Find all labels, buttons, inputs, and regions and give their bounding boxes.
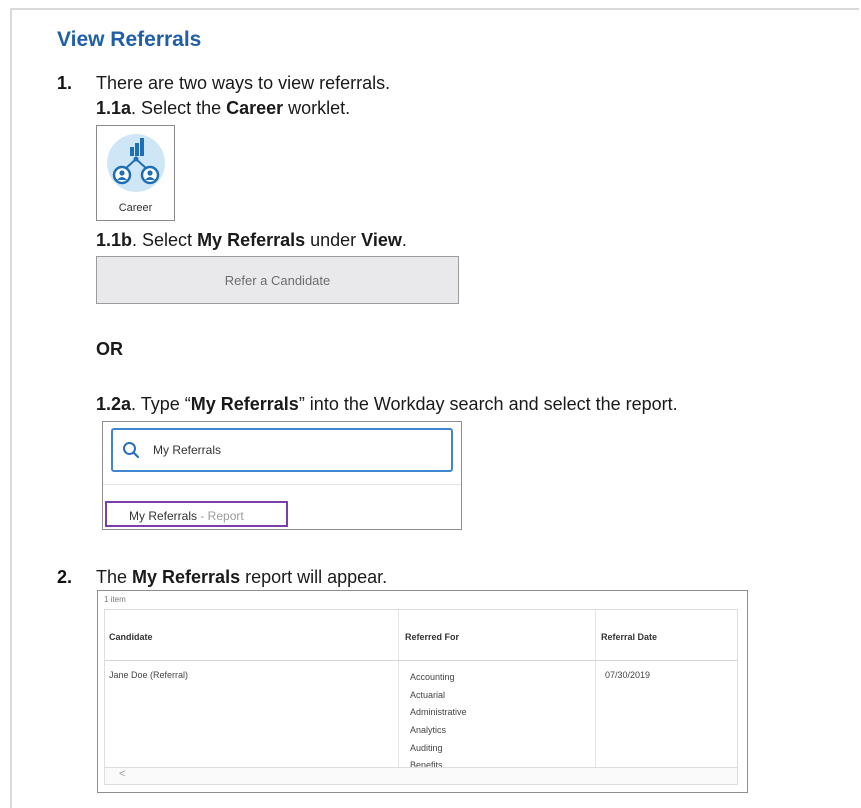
step-1-2a-part1: . Type “ (131, 394, 191, 414)
referred-for-item: Auditing (410, 742, 443, 753)
step-1-1b-text: 1.1b. Select My Referrals under View. (96, 230, 407, 251)
step-1-text: There are two ways to view referrals. (96, 73, 391, 93)
step-1-1b-part3: . (401, 230, 407, 250)
step-1-number: 1. (57, 73, 73, 93)
search-screenshot: My Referrals My Referrals - Report (102, 421, 462, 530)
search-divider (103, 484, 461, 485)
step-1-1b-part1: . Select (132, 230, 198, 250)
step-1-2a-text: 1.2a. Type “My Referrals” into the Workd… (96, 394, 678, 415)
section-title: View Referrals (57, 28, 202, 51)
step-1-1b-bold2: View (361, 230, 402, 250)
step-1-1a-prefix: 1.1a (96, 98, 132, 118)
step-1-1a-text: 1.1a. Select the Career worklet. (96, 98, 350, 119)
step-1-2a-part2: ” into the Workday search and select the… (298, 394, 678, 414)
horizontal-scrollbar[interactable]: < (105, 767, 737, 784)
search-input[interactable]: My Referrals (111, 428, 453, 472)
step-2-part2: report will appear. (240, 567, 388, 587)
refer-candidate-button[interactable]: Refer a Candidate (96, 256, 459, 304)
step-1-1b-bold1: My Referrals (197, 230, 306, 250)
career-network-icon (107, 134, 165, 192)
search-result-name: My Referrals (129, 509, 198, 523)
career-worklet[interactable]: Career (96, 125, 175, 221)
referred-for-item: Analytics (410, 725, 447, 736)
step-2-text: The My Referrals report will appear. (96, 567, 387, 588)
report-header-row: Candidate Referred For Referral Date (105, 610, 737, 661)
column-header-referral-date[interactable]: Referral Date (601, 632, 657, 642)
search-icon (123, 442, 140, 459)
step-1-1b-prefix: 1.1b (96, 230, 133, 250)
report-table: Candidate Referred For Referral Date Jan… (104, 609, 738, 785)
step-1-1a-part2: worklet. (283, 98, 351, 118)
step-1-1b-part2: under (305, 230, 362, 250)
report-item-count: 1 item (104, 595, 126, 604)
candidate-cell[interactable]: Jane Doe (Referral) (109, 670, 188, 680)
step-2-bold: My Referrals (132, 567, 241, 587)
report-screenshot: 1 item Candidate Referred For Referral D… (97, 590, 748, 793)
search-result-my-referrals[interactable]: My Referrals - Report (105, 501, 288, 527)
step-1-2a-prefix: 1.2a (96, 394, 132, 414)
step-2-number: 2. (57, 567, 73, 587)
step-2-part1: The (96, 567, 133, 587)
referred-for-list: Accounting Actuarial Administrative Anal… (410, 669, 467, 775)
referred-for-item: Actuarial (410, 689, 446, 700)
career-worklet-label: Career (118, 202, 153, 214)
search-input-value: My Referrals (153, 443, 222, 457)
search-result-type: - Report (197, 509, 244, 523)
step-1-1a-bold: Career (226, 98, 284, 118)
column-header-candidate[interactable]: Candidate (109, 632, 153, 642)
column-header-referred-for[interactable]: Referred For (405, 632, 459, 642)
referred-for-item: Administrative (410, 707, 467, 718)
or-text: OR (96, 339, 123, 359)
referral-date-cell: 07/30/2019 (605, 670, 651, 680)
scroll-left-icon[interactable]: < (119, 768, 125, 780)
step-1-1a-part1: . Select the (131, 98, 227, 118)
referred-for-item: Accounting (410, 672, 455, 682)
step-1-2a-bold: My Referrals (190, 394, 299, 414)
